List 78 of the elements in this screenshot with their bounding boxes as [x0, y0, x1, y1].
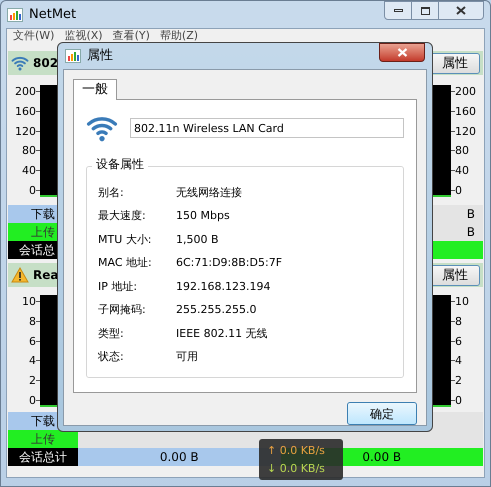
axis-label: 0 [29, 394, 36, 406]
row-label: 会话总计 [19, 449, 67, 466]
menu-item[interactable]: 查看(Y) [112, 29, 150, 42]
adapter-name: Rea [33, 267, 58, 284]
row-label: 下载 [31, 413, 55, 430]
maximize-button[interactable] [412, 1, 438, 20]
axis-label: 200 [15, 86, 36, 97]
value-text: 0.00 B [160, 449, 199, 466]
close-icon [396, 48, 408, 57]
value-text: B [466, 206, 475, 223]
axis-label: 120 [15, 126, 36, 137]
properties-button[interactable]: 属性 [430, 52, 480, 74]
close-button[interactable] [438, 1, 484, 20]
adapter-name: 802 [33, 55, 58, 72]
ok-button[interactable]: 确定 [347, 402, 417, 425]
axis-label: 4 [455, 355, 462, 366]
axis-label: 0 [455, 394, 462, 406]
property-value: 255.255.255.0 [176, 302, 256, 318]
menu-item[interactable]: 监视(X) [64, 29, 103, 42]
close-button[interactable] [379, 43, 425, 62]
axis-label: 6 [455, 336, 462, 347]
axis-label: 2 [455, 375, 462, 386]
tab[interactable]: 一般 [73, 79, 117, 100]
property-label: MAC 地址: [98, 255, 153, 271]
axis-label: 160 [455, 106, 476, 117]
device-name-field[interactable]: 802.11n Wireless LAN Card [130, 118, 404, 138]
bar-chart-icon [7, 8, 23, 22]
axis-label: 0 [29, 184, 36, 196]
wifi-icon [11, 54, 29, 72]
property-label: MTU 大小: [98, 232, 152, 248]
speed-text: ↓ 0.0 KB/s [267, 460, 326, 476]
axis-label: 80 [22, 145, 36, 156]
axis-label: 6 [29, 336, 36, 347]
axis-label: 200 [455, 86, 476, 97]
dialog-title: 属性 [87, 47, 113, 66]
property-value: 6C:71:D9:8B:D5:7F [176, 255, 282, 271]
property-label: 状态: [98, 349, 125, 365]
speed-text: ↑ 0.0 KB/s [267, 442, 326, 458]
axis-label: 2 [29, 375, 36, 386]
axis-label: 10 [455, 296, 469, 307]
minimize-button[interactable] [384, 1, 412, 20]
menu-item[interactable]: 文件(W) [13, 29, 54, 42]
close-icon [456, 6, 466, 15]
property-label: 最大速度: [98, 208, 147, 224]
warning-icon [11, 267, 29, 283]
menu-item[interactable]: 帮助(Z) [160, 29, 198, 42]
property-value: 可用 [176, 349, 198, 365]
property-value: 150 Mbps [176, 208, 230, 224]
axis-label: 80 [455, 145, 469, 156]
property-value: 192.168.123.194 [176, 278, 270, 294]
property-value: IEEE 802.11 无线 [176, 326, 268, 342]
axis-label: 8 [29, 316, 36, 327]
property-label: 别名: [98, 184, 125, 200]
minimize-icon [394, 9, 402, 12]
row-label: 上传 [31, 431, 55, 448]
group-title: 设备属性 [92, 158, 148, 170]
property-label: 类型: [98, 326, 125, 342]
property-label: IP 地址: [98, 278, 138, 294]
row-label: 上传 [31, 224, 55, 241]
properties-button[interactable]: 属性 [430, 264, 480, 286]
axis-label: 10 [22, 296, 36, 307]
property-value: 无线网络连接 [176, 184, 242, 200]
row-label: 下载 [31, 206, 55, 223]
axis-label: 40 [455, 165, 469, 176]
axis-label: 0 [455, 184, 462, 196]
axis-label: 8 [455, 316, 462, 327]
axis-label: 40 [22, 165, 36, 176]
property-label: 子网掩码: [98, 302, 147, 318]
bar-chart-icon [65, 49, 81, 63]
value-text: B [466, 224, 475, 241]
row-label: 会话总 [19, 242, 55, 259]
axis-label: 120 [455, 126, 476, 137]
value-text: 0.00 B [362, 449, 402, 466]
window-title: NetMet [29, 6, 76, 24]
axis-label: 4 [29, 355, 36, 366]
axis-label: 160 [15, 106, 36, 117]
maximize-icon [420, 6, 430, 14]
property-value: 1,500 B [176, 232, 219, 248]
